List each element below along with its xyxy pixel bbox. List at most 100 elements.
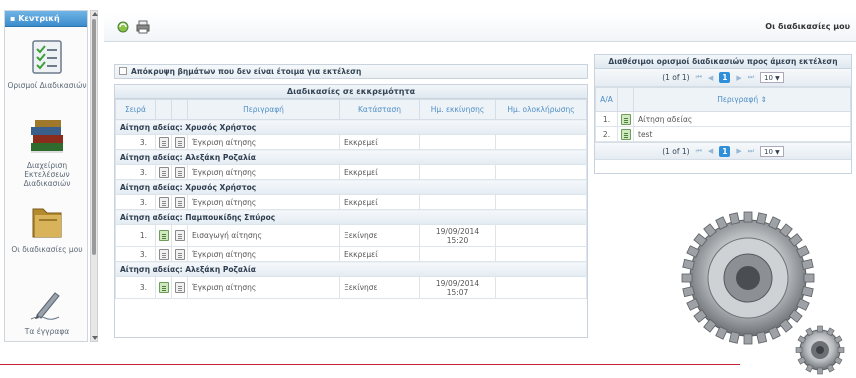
document-icon[interactable] xyxy=(174,230,185,241)
last-page-icon[interactable]: ⏭ xyxy=(748,147,754,156)
row-description: Έγκριση αίτησης xyxy=(187,134,340,150)
row-start-date xyxy=(419,246,496,262)
table-row[interactable]: 3. Έγκριση αίτησης Εκκρεμεί xyxy=(115,194,587,210)
per-page-select[interactable]: 10 ▼ xyxy=(760,72,784,83)
document-icon[interactable] xyxy=(174,136,185,148)
page-1-button[interactable]: 1 xyxy=(719,145,731,157)
first-page-icon[interactable]: ⏮ xyxy=(696,147,702,156)
row-seq: 1. xyxy=(595,111,618,127)
gear-tooth xyxy=(817,325,823,333)
scroll-down-icon[interactable] xyxy=(92,336,98,340)
col-aa[interactable]: Α/Α xyxy=(595,87,618,112)
row-seq: 3. xyxy=(115,246,156,262)
pen-icon xyxy=(25,283,69,323)
group-title: Αίτηση αδείας: Χρυσός Χρήστος xyxy=(115,119,587,135)
prev-page-icon[interactable]: ◀ xyxy=(708,74,713,82)
table-row[interactable]: 1. Εισαγωγή αίτησης Ξεκίνησε 19/09/2014 15:… xyxy=(115,224,587,247)
available-definitions-panel: Διαθέσιμοι ορισμοί διαδικασιών προς άμεσ… xyxy=(594,54,852,174)
gear-tooth xyxy=(743,211,753,223)
gear-tooth xyxy=(795,347,803,353)
hide-steps-checkbox[interactable] xyxy=(119,67,127,75)
print-icon[interactable] xyxy=(136,20,150,34)
col-description[interactable]: Περιγραφή ⇕ xyxy=(633,87,851,112)
hide-steps-label: Απόκρυψη βημάτων που δεν είναι έτοιμα γι… xyxy=(131,67,362,76)
group-row[interactable]: Αίτηση αδείας: Χρυσός Χρήστος xyxy=(115,119,587,135)
document-icon-cell xyxy=(171,224,188,247)
next-page-icon[interactable]: ▶ xyxy=(736,147,741,155)
gear-tooth xyxy=(743,333,753,345)
row-status: Εκκρεμεί xyxy=(339,164,420,180)
task-icon-cell xyxy=(155,134,172,150)
available-title: Διαθέσιμοι ορισμοί διαδικασιών προς άμεσ… xyxy=(595,55,851,69)
start-task-icon[interactable] xyxy=(158,230,169,241)
document-icon[interactable] xyxy=(174,196,185,208)
task-icon[interactable] xyxy=(158,166,169,178)
gear-tooth xyxy=(681,273,693,283)
col-description[interactable]: Περιγραφή xyxy=(187,99,340,120)
group-row[interactable]: Αίτηση αδείας: Παμπουκίδης Σπύρος xyxy=(115,209,587,225)
group-row[interactable]: Αίτηση αδείας: Αλεξάκη Ροζαλία xyxy=(115,261,587,277)
pager-info: (1 of 1) xyxy=(662,73,690,82)
prev-page-icon[interactable]: ◀ xyxy=(708,147,713,155)
table-row[interactable]: 3. Έγκριση αίτησης Εκκρεμεί xyxy=(115,246,587,262)
hide-steps-filter[interactable]: Απόκρυψη βημάτων που δεν είναι έτοιμα γι… xyxy=(114,64,588,79)
table-row[interactable]: 3. Έγκριση αίτησης Εκκρεμεί xyxy=(115,134,587,150)
start-task-icon[interactable] xyxy=(158,282,169,293)
task-icon-cell xyxy=(155,194,172,210)
sidebar-item-my-processes[interactable]: Οι διαδικασίες μου xyxy=(5,201,87,254)
available-table: Α/Α Περιγραφή ⇕ 1. Αίτηση αδείας 2. test xyxy=(595,87,851,142)
row-end-date xyxy=(495,194,587,210)
per-page-select[interactable]: 10 ▼ xyxy=(760,145,784,157)
sidebar-item-documents[interactable]: Τα έγγραφα xyxy=(5,283,87,336)
task-icon[interactable] xyxy=(158,248,169,260)
scroll-up-icon[interactable] xyxy=(92,12,98,16)
group-row[interactable]: Αίτηση αδείας: Αλεξάκη Ροζαλία xyxy=(115,149,587,165)
gear-tooth xyxy=(756,331,768,344)
refresh-icon[interactable] xyxy=(116,20,130,34)
group-title: Αίτηση αδείας: Χρυσός Χρήστος xyxy=(115,179,587,195)
row-end-date xyxy=(495,164,587,180)
last-page-icon[interactable]: ⏭ xyxy=(748,73,754,82)
col-end-date[interactable]: Ημ. ολοκλήρωσης xyxy=(495,99,587,120)
col-start-date[interactable]: Ημ. εκκίνησης xyxy=(419,99,496,120)
row-start-date: 19/09/2014 15:20 xyxy=(419,224,496,247)
col-icon1 xyxy=(155,99,172,120)
sidebar-scrollbar[interactable] xyxy=(90,10,98,342)
document-icon[interactable] xyxy=(174,282,185,293)
document-icon[interactable] xyxy=(174,166,185,178)
gear-tooth xyxy=(728,331,740,344)
gear-tooth xyxy=(728,212,740,225)
folder-icon xyxy=(25,201,69,241)
run-process-icon[interactable] xyxy=(620,113,631,125)
row-description: Αίτηση αδείας xyxy=(633,111,851,127)
run-process-icon[interactable] xyxy=(620,128,631,140)
task-icon[interactable] xyxy=(158,196,169,208)
gear-tooth xyxy=(837,347,845,353)
sidebar-item-definitions[interactable]: Ορισμοί Διαδικασιών xyxy=(5,37,87,90)
row-status: Ξεκίνησε xyxy=(339,224,420,247)
table-row[interactable]: 1. Αίτηση αδείας xyxy=(595,111,851,127)
page-1-button[interactable]: 1 xyxy=(719,72,731,83)
sidebar: ▪ Κεντρική Ορισμοί Διαδικασιών Διαχείρισ… xyxy=(4,10,88,342)
sidebar-item-label: Διαχείριση Εκτελέσεων Διαδικασιών xyxy=(23,161,71,188)
sidebar-item-executions[interactable]: Διαχείριση Εκτελέσεων Διαδικασιών xyxy=(5,117,87,188)
group-row[interactable]: Αίτηση αδείας: Χρυσός Χρήστος xyxy=(115,179,587,195)
scrollbar-thumb[interactable] xyxy=(92,19,96,255)
table-row[interactable]: 3. Έγκριση αίτησης Εκκρεμεί xyxy=(115,164,587,180)
col-seq[interactable]: Σειρά xyxy=(115,99,156,120)
per-page-value: 10 xyxy=(764,74,773,82)
row-seq: 3. xyxy=(115,134,156,150)
table-row[interactable]: 2. test xyxy=(595,126,851,142)
next-page-icon[interactable]: ▶ xyxy=(736,74,741,82)
col-status[interactable]: Κατάσταση xyxy=(339,99,420,120)
table-row[interactable]: 3. Έγκριση αίτησης Ξεκίνησε 19/09/2014 15:0… xyxy=(115,276,587,299)
row-seq: 2. xyxy=(595,126,618,142)
gear-tooth xyxy=(803,273,815,283)
document-icon[interactable] xyxy=(174,248,185,260)
row-description: Έγκριση αίτησης xyxy=(187,276,340,299)
sidebar-header[interactable]: ▪ Κεντρική xyxy=(5,11,87,27)
task-icon[interactable] xyxy=(158,136,169,148)
first-page-icon[interactable]: ⏮ xyxy=(696,73,702,82)
document-icon-cell xyxy=(171,134,188,150)
run-icon-cell xyxy=(617,126,634,142)
